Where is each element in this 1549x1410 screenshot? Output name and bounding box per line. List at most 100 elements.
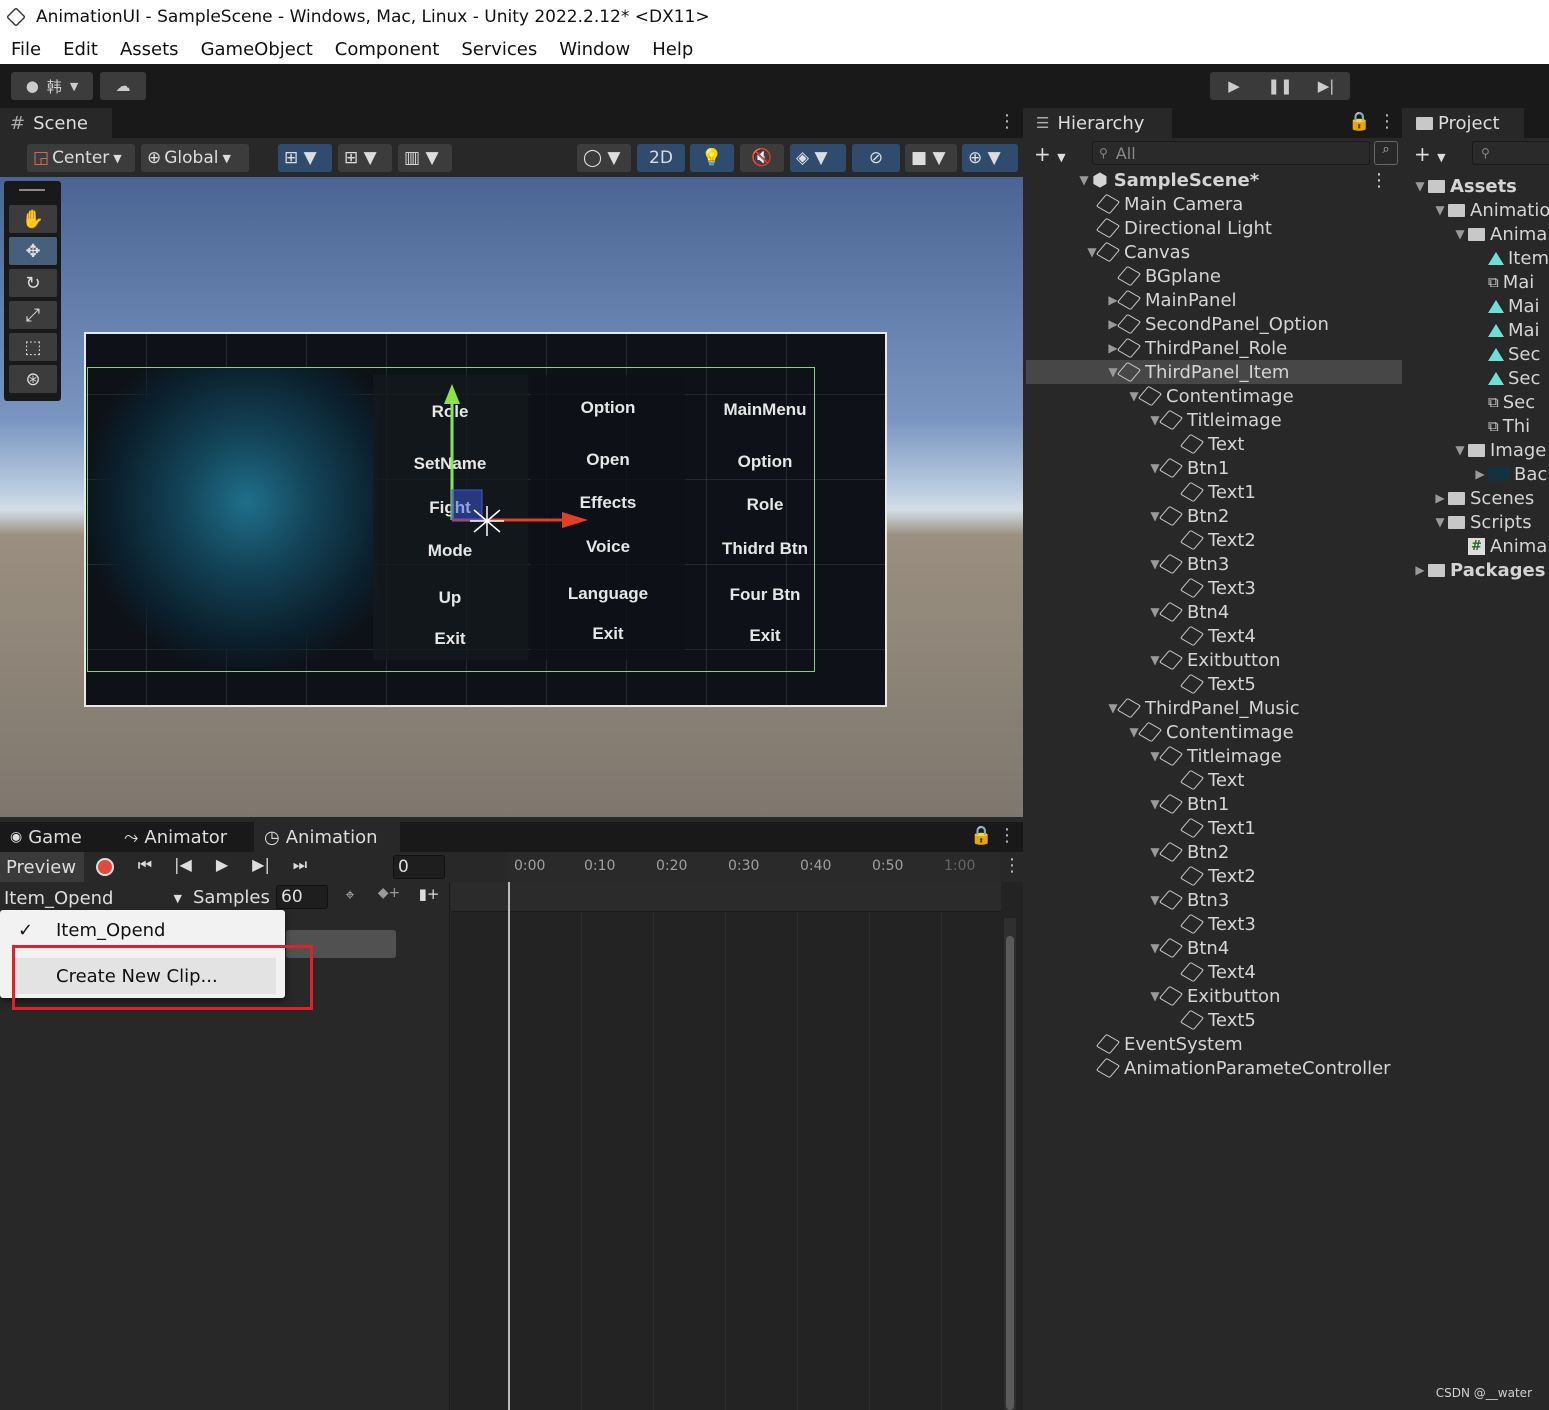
project-row[interactable]: # Anima bbox=[1452, 534, 1547, 558]
tab-animator[interactable]: ⤳ Animator bbox=[114, 822, 252, 852]
project-row[interactable]: Sec bbox=[1472, 366, 1540, 390]
hierarchy-row[interactable]: Text bbox=[1026, 432, 1402, 456]
audio-button[interactable]: 🔇 bbox=[740, 144, 784, 172]
tab-project[interactable]: Project bbox=[1406, 108, 1524, 138]
timeline-ruler[interactable]: 0:00 0:10 0:20 0:30 0:40 0:50 1:00 bbox=[508, 852, 1000, 882]
hierarchy-row[interactable]: ▼ Contentimage bbox=[1026, 384, 1402, 408]
hierarchy-row[interactable]: ▼ Btn4 bbox=[1026, 600, 1402, 624]
project-row[interactable]: ▼ Animatio bbox=[1432, 198, 1549, 222]
hierarchy-row[interactable]: ▼ Exitbutton bbox=[1026, 648, 1402, 672]
project-row[interactable]: ▼ Assets bbox=[1412, 174, 1517, 198]
pause-button[interactable]: ❚❚ bbox=[1257, 77, 1303, 95]
menu-item-item-opend[interactable]: ✓ Item_Opend bbox=[0, 916, 285, 944]
project-row[interactable]: ▶ Bac bbox=[1472, 462, 1547, 486]
hierarchy-search-input[interactable]: ⚲ All bbox=[1092, 141, 1370, 165]
grid-snap-button[interactable]: ⊞ ▼ bbox=[278, 144, 332, 172]
hierarchy-row[interactable]: AnimationParameteController bbox=[1026, 1056, 1402, 1080]
tab-game[interactable]: ◉ Game bbox=[0, 822, 112, 852]
menu-file[interactable]: File bbox=[11, 39, 41, 60]
project-row[interactable]: ⧉ Sec bbox=[1472, 390, 1535, 414]
prev-keyframe-button[interactable]: |◀ bbox=[168, 855, 198, 879]
project-row[interactable]: ▼ Anima bbox=[1452, 222, 1547, 246]
project-search-input[interactable]: ⚲ bbox=[1472, 141, 1549, 165]
gizmo-x-arrow[interactable] bbox=[562, 512, 588, 528]
hierarchy-row[interactable]: ▼ Titleimage bbox=[1026, 408, 1402, 432]
hierarchy-row[interactable]: Text5 bbox=[1026, 1008, 1402, 1032]
dopesheet-area[interactable] bbox=[451, 882, 1023, 1410]
timeline-more-icon[interactable]: ⋮ bbox=[1003, 855, 1021, 876]
project-row[interactable]: ▶ Packages bbox=[1412, 558, 1545, 582]
project-row[interactable]: Sec bbox=[1472, 342, 1540, 366]
hierarchy-row[interactable]: ▼ Btn4 bbox=[1026, 936, 1402, 960]
hierarchy-row[interactable]: Text1 bbox=[1026, 816, 1402, 840]
expand-arrow-icon[interactable]: ▼ bbox=[1432, 203, 1448, 217]
first-keyframe-button[interactable]: ⏮ bbox=[130, 855, 160, 879]
search-options-button[interactable]: ⌕ bbox=[1374, 141, 1398, 165]
hierarchy-row[interactable]: ▼ Btn2 bbox=[1026, 840, 1402, 864]
hierarchy-row[interactable]: Text2 bbox=[1026, 864, 1402, 888]
expand-arrow-icon[interactable]: ▼ bbox=[1452, 227, 1468, 241]
move-tool-button[interactable]: ✥ bbox=[9, 237, 57, 265]
hierarchy-row[interactable]: ▼ Contentimage bbox=[1026, 720, 1402, 744]
hierarchy-row[interactable]: Main Camera bbox=[1026, 192, 1402, 216]
hierarchy-row[interactable]: ▶ SecondPanel_Option bbox=[1026, 312, 1402, 336]
tab-animation[interactable]: ◷ Animation bbox=[254, 822, 400, 852]
expand-arrow-icon[interactable]: ▼ bbox=[1412, 179, 1428, 193]
vertical-scrollbar[interactable] bbox=[1004, 918, 1016, 1410]
menu-gameobject[interactable]: GameObject bbox=[201, 39, 313, 60]
project-row[interactable]: ⧉ Thi bbox=[1472, 414, 1530, 438]
scrollbar-thumb[interactable] bbox=[1006, 936, 1014, 1410]
tab-scene[interactable]: # Scene bbox=[0, 108, 112, 138]
samples-field[interactable] bbox=[276, 885, 328, 909]
project-row[interactable]: Item bbox=[1472, 246, 1549, 270]
hierarchy-row[interactable]: EventSystem bbox=[1026, 1032, 1402, 1056]
hierarchy-row[interactable]: ▼ ThirdPanel_Item bbox=[1026, 360, 1402, 384]
tab-hierarchy[interactable]: ☰ Hierarchy bbox=[1026, 108, 1172, 138]
drag-handle-icon[interactable] bbox=[19, 189, 45, 191]
clip-dropdown[interactable]: Item_Opend ▼ bbox=[0, 884, 186, 912]
hierarchy-row[interactable]: BGplane bbox=[1026, 264, 1402, 288]
mode-2d-button[interactable]: 2D bbox=[637, 144, 685, 172]
hierarchy-scene-row[interactable]: ▼ ⬢ SampleScene* ⋮ bbox=[1026, 168, 1402, 192]
add-event-button[interactable]: ▮+ bbox=[414, 885, 444, 909]
add-keyframe-button[interactable]: ◆+ bbox=[372, 885, 406, 909]
visibility-button[interactable]: ⊘ bbox=[852, 144, 900, 172]
menu-edit[interactable]: Edit bbox=[63, 39, 98, 60]
record-button[interactable] bbox=[90, 855, 120, 879]
pivot-dropdown[interactable]: ◲ Center ▼ bbox=[27, 144, 135, 172]
play-animation-button[interactable]: ▶ bbox=[207, 855, 237, 879]
menu-component[interactable]: Component bbox=[335, 39, 440, 60]
project-row[interactable]: ▶ Scenes bbox=[1432, 486, 1534, 510]
gizmo-plane-handle[interactable] bbox=[451, 489, 483, 521]
hierarchy-row[interactable]: ▼ Titleimage bbox=[1026, 744, 1402, 768]
hierarchy-row[interactable]: ▼ Btn1 bbox=[1026, 792, 1402, 816]
camera-button[interactable]: ■ ▼ bbox=[905, 144, 957, 172]
space-dropdown[interactable]: ⊕ Global ▼ bbox=[141, 144, 249, 172]
hierarchy-row[interactable]: ▼ Btn2 bbox=[1026, 504, 1402, 528]
preview-button[interactable]: Preview bbox=[0, 852, 84, 882]
hierarchy-row[interactable]: ▼ ThirdPanel_Music bbox=[1026, 696, 1402, 720]
scene-viewport[interactable]: Role SetName Fight Mode Up Exit Option O… bbox=[0, 177, 1023, 817]
hierarchy-row[interactable]: Text2 bbox=[1026, 528, 1402, 552]
hierarchy-row[interactable]: Text4 bbox=[1026, 960, 1402, 984]
rotate-tool-button[interactable]: ↻ bbox=[9, 269, 57, 297]
draw-mode-button[interactable]: ◯ ▼ bbox=[577, 144, 631, 172]
expand-arrow-icon[interactable]: ▼ bbox=[1452, 443, 1468, 457]
project-row[interactable]: ▼ Scripts bbox=[1432, 510, 1531, 534]
hierarchy-row[interactable]: ▼ Canvas bbox=[1026, 240, 1402, 264]
hierarchy-row[interactable]: ▶ MainPanel bbox=[1026, 288, 1402, 312]
menu-services[interactable]: Services bbox=[461, 39, 537, 60]
step-button[interactable]: ▶| bbox=[1303, 77, 1349, 95]
hierarchy-row[interactable]: ▼ Btn3 bbox=[1026, 552, 1402, 576]
expand-arrow-icon[interactable]: ▶ bbox=[1412, 563, 1428, 577]
hierarchy-row[interactable]: ▼ Btn3 bbox=[1026, 888, 1402, 912]
rect-tool-button[interactable]: ⬚ bbox=[9, 333, 57, 361]
gizmos-button[interactable]: ⊕ ▼ bbox=[962, 144, 1018, 172]
transform-tool-button[interactable]: ⊛ bbox=[9, 365, 57, 393]
expand-arrow-icon[interactable]: ▼ bbox=[1076, 173, 1092, 187]
hierarchy-row[interactable]: Text bbox=[1026, 768, 1402, 792]
play-button[interactable]: ▶ bbox=[1211, 77, 1257, 95]
frame-field[interactable] bbox=[393, 855, 445, 879]
scale-tool-button[interactable]: ⤢ bbox=[9, 301, 57, 329]
lighting-button[interactable]: 💡 bbox=[690, 144, 734, 172]
